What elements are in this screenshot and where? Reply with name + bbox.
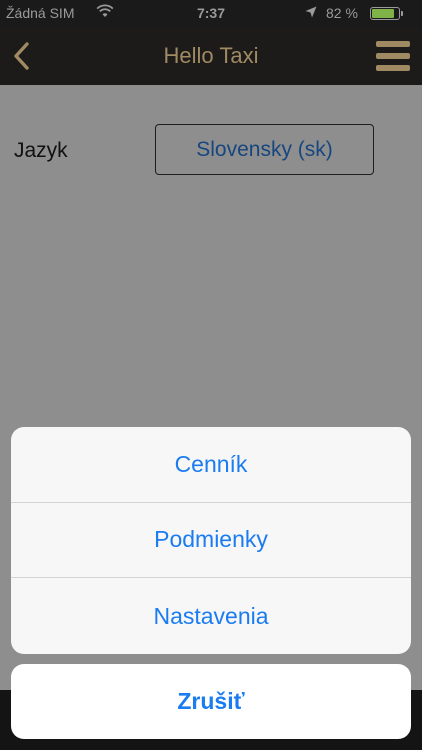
clock: 7:37 [196, 5, 226, 21]
hamburger-menu-icon[interactable] [376, 41, 410, 71]
action-terms[interactable]: Podmienky [11, 503, 411, 579]
location-arrow-icon [305, 6, 317, 18]
action-pricelist[interactable]: Cenník [11, 427, 411, 503]
action-settings[interactable]: Nastavenia [11, 578, 411, 654]
app-title: Hello Taxi [163, 43, 259, 68]
language-label: Jazyk [14, 139, 68, 162]
status-bar: Žádná SIM 7:37 82 % [0, 0, 422, 28]
language-selector-button[interactable]: Slovensky (sk) [155, 124, 374, 175]
battery-percentage: 82 % [326, 5, 358, 21]
battery-icon [370, 7, 400, 20]
action-sheet: Cenník Podmienky Nastavenia [11, 427, 411, 654]
battery-cap [401, 11, 403, 16]
battery-fill [372, 9, 394, 18]
navigation-bar: Hello Taxi [0, 28, 422, 85]
cancel-button[interactable]: Zrušiť [11, 664, 411, 739]
